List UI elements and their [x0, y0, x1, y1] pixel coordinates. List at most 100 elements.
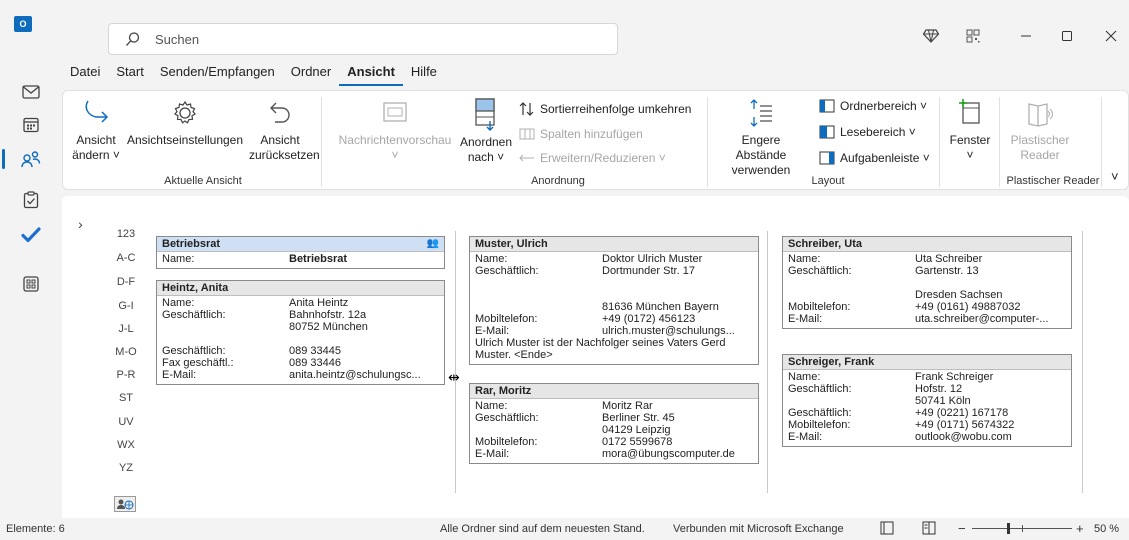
group-anordnung: Anordnung	[531, 175, 585, 187]
field-label: Geschäftlich:	[788, 265, 852, 277]
card-title: Heintz, Anita	[157, 281, 444, 296]
tab-datei[interactable]: Datei	[62, 62, 108, 86]
contact-card-heintz[interactable]: Heintz, Anita Name: Anita Heintz Geschäft…	[156, 280, 445, 385]
zoom-slider-center-tick	[1022, 525, 1023, 532]
field-label: Mobiltelefon:	[475, 436, 538, 448]
zoom-in-button[interactable]: +	[1076, 521, 1084, 536]
field-label: Name:	[788, 253, 821, 265]
tab-hilfe[interactable]: Hilfe	[403, 62, 445, 86]
column-divider[interactable]	[455, 231, 456, 493]
group-layout: Layout	[811, 175, 845, 187]
column-divider[interactable]	[767, 231, 768, 493]
ansicht-zuruecksetzen-label-2: zurücksetzen	[249, 148, 320, 162]
menu-tabs: Datei Start Senden/Empfangen Ordner Ansi…	[62, 62, 445, 88]
nachrichtenvorschau-button[interactable]: Nachrichtenvorschau ˅	[333, 99, 457, 163]
todo-check-icon[interactable]	[19, 223, 43, 247]
zoom-slider-thumb[interactable]	[1006, 523, 1010, 534]
field-value: Moritz Rar	[602, 400, 653, 412]
alpha-index-p-r[interactable]: P-R	[110, 369, 142, 381]
folder-pane-icon	[819, 99, 835, 113]
anordnen-nach-button[interactable]: Anordnen nach ˅	[457, 97, 515, 165]
outlook-icon: O	[14, 16, 32, 32]
zoom-slider[interactable]	[972, 523, 1072, 534]
anordnen-nach-label-2: nach ˅	[467, 150, 505, 164]
message-preview-icon	[383, 102, 407, 122]
ansicht-zuruecksetzen-button[interactable]: Ansicht zurücksetzen	[249, 97, 320, 163]
alpha-index-wx[interactable]: WX	[110, 439, 142, 451]
contact-card-schreiber[interactable]: Schreiber, Uta Name: Uta Schreiber Geschä…	[782, 236, 1072, 329]
contact-card-rar[interactable]: Rar, Moritz Name: Moritz Rar Geschäftlich…	[469, 383, 759, 464]
ansicht-aendern-label-2: ändern ˅	[72, 148, 120, 162]
field-label: E-Mail:	[162, 369, 197, 381]
lesebereich-button[interactable]: Lesebereich ˅	[819, 125, 916, 139]
field-label: Geschäftlich:	[475, 265, 539, 277]
reading-view-icon[interactable]	[922, 521, 936, 538]
alpha-index-d-f[interactable]: D-F	[110, 276, 142, 288]
more-apps-icon[interactable]	[19, 272, 43, 296]
contact-card-schreiger[interactable]: Schreiger, Frank Name: Frank Schreiger Ge…	[782, 354, 1072, 447]
alpha-index-st[interactable]: ST	[110, 392, 142, 404]
alpha-index-uv[interactable]: UV	[110, 416, 142, 428]
qr-code-icon[interactable]	[962, 25, 984, 47]
ribbon-collapse-chevron-icon[interactable]: ˅	[1111, 169, 1119, 184]
field-value: +49 (0161) 49887032	[915, 301, 1021, 313]
normal-view-icon[interactable]	[880, 521, 894, 538]
fenster-button[interactable]: Fenster ˅	[943, 97, 997, 163]
item-count: Elemente: 6	[6, 523, 65, 535]
ansichtseinstellungen-button[interactable]: Ansichtseinstellungen	[123, 97, 247, 148]
plastischer-reader-label-2: Reader	[1020, 148, 1060, 162]
search-box[interactable]: Suchen	[108, 23, 618, 55]
plastischer-reader-button[interactable]: Plastischer Reader	[1007, 99, 1073, 163]
alpha-index-123[interactable]: 123	[110, 228, 142, 240]
engere-abstaende-label-1: Engere Abstände	[735, 133, 787, 162]
ordnerbereich-button[interactable]: Ordnerbereich ˅	[819, 99, 927, 113]
minimize-icon[interactable]	[1015, 25, 1037, 47]
contact-card-betriebsrat[interactable]: Betriebsrat 👥 Name: Betriebsrat	[156, 236, 445, 269]
field-value: Anita Heintz	[289, 297, 349, 309]
aufgabenleiste-button[interactable]: Aufgabenleiste ˅	[819, 151, 930, 165]
ordnerbereich-label: Ordnerbereich ˅	[840, 99, 928, 113]
engere-abstaende-button[interactable]: Engere Abstände verwenden	[715, 97, 807, 178]
tasks-icon[interactable]	[19, 188, 43, 212]
column-divider[interactable]	[1082, 231, 1083, 493]
alpha-index-g-i[interactable]: G-I	[110, 300, 142, 312]
field-value: 0172 5599678	[602, 436, 673, 448]
field-value: anita.heintz@schulungsc...	[289, 369, 421, 381]
alpha-index-j-l[interactable]: J-L	[110, 323, 142, 335]
tab-senden-empfangen[interactable]: Senden/Empfangen	[152, 62, 283, 86]
expand-folder-pane-chevron-icon[interactable]: ›	[78, 216, 83, 232]
close-icon[interactable]	[1100, 25, 1122, 47]
sync-status: Alle Ordner sind auf dem neuesten Stand.	[440, 523, 645, 535]
zoom-out-button[interactable]: −	[958, 521, 966, 536]
people-icon[interactable]	[2, 147, 43, 171]
contact-search-icon[interactable]	[114, 496, 136, 512]
maximize-icon[interactable]	[1056, 25, 1078, 47]
group-contact-icon: 👥	[426, 238, 439, 249]
alpha-index-a-c[interactable]: A-C	[110, 252, 142, 264]
fenster-label-2: ˅	[966, 148, 974, 162]
spalten-hinzufuegen-button[interactable]: Spalten hinzufügen	[519, 127, 643, 141]
field-value: Dortmunder Str. 17	[602, 265, 695, 277]
field-value: mora@übungscomputer.de	[602, 448, 735, 460]
field-label	[162, 321, 289, 333]
sort-reverse-icon	[519, 102, 534, 116]
field-label: Name:	[475, 253, 508, 265]
field-value: outlook@wobu.com	[915, 431, 1012, 443]
mail-icon[interactable]	[19, 80, 43, 104]
premium-diamond-icon[interactable]	[920, 25, 942, 47]
ansicht-zuruecksetzen-label-1: Ansicht	[260, 133, 300, 147]
anordnen-nach-label-1: Anordnen	[459, 135, 513, 149]
search-icon	[126, 32, 140, 46]
alpha-index-yz[interactable]: YZ	[110, 462, 142, 474]
contact-card-muster[interactable]: Muster, Ulrich Name: Doktor Ulrich Muster…	[469, 236, 759, 365]
tab-start[interactable]: Start	[108, 62, 151, 86]
field-value: Doktor Ulrich Muster	[602, 253, 703, 265]
card-title: Muster, Ulrich	[470, 237, 758, 252]
ansicht-aendern-button[interactable]: Ansicht ändern ˅	[71, 97, 121, 163]
erweitern-reduzieren-button[interactable]: Erweitern/Reduzieren ˅	[519, 151, 666, 165]
sortierreihenfolge-button[interactable]: Sortierreihenfolge umkehren	[519, 101, 691, 117]
alpha-index-m-o[interactable]: M-O	[110, 346, 142, 358]
tab-ordner[interactable]: Ordner	[283, 62, 339, 86]
calendar-icon[interactable]	[19, 113, 43, 137]
tab-ansicht[interactable]: Ansicht	[339, 62, 403, 86]
